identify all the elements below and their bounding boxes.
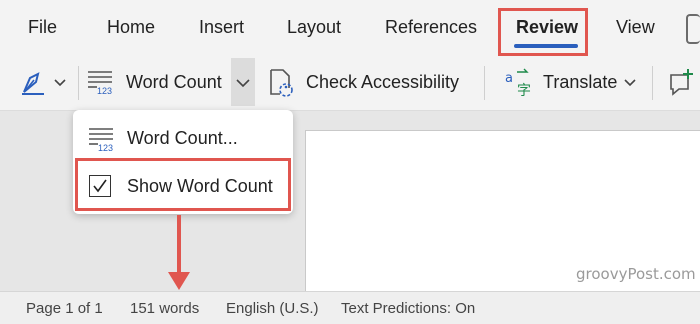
status-word-count[interactable]: 151 words bbox=[130, 300, 199, 317]
status-page[interactable]: Page 1 of 1 bbox=[26, 300, 103, 317]
word-count-icon-digits: 123 bbox=[98, 143, 113, 153]
tab-file[interactable]: File bbox=[28, 17, 57, 38]
translate-icon[interactable]: a 字 bbox=[503, 68, 533, 98]
annotation-arrow bbox=[177, 215, 181, 277]
translate-chevron-down-icon[interactable] bbox=[622, 74, 638, 90]
svg-text:a: a bbox=[505, 71, 513, 86]
tab-view[interactable]: View bbox=[616, 17, 655, 38]
show-word-count-highlight bbox=[75, 158, 291, 211]
word-count-icon[interactable]: 123 bbox=[86, 68, 114, 96]
tab-overflow-icon[interactable] bbox=[686, 14, 700, 44]
ribbon-toolbar: 123 Word Count Check Accessibility a 字 T… bbox=[0, 56, 700, 111]
status-bar: Page 1 of 1 151 words English (U.S.) Tex… bbox=[0, 291, 700, 324]
ribbon-tab-bar: File Home Insert Layout References Revie… bbox=[0, 0, 700, 56]
toolbar-separator bbox=[652, 66, 653, 100]
word-count-menu: 123 Word Count... Show Word Count bbox=[73, 110, 293, 214]
menu-item-word-count[interactable]: 123 Word Count... bbox=[73, 116, 293, 160]
tab-layout[interactable]: Layout bbox=[287, 17, 341, 38]
new-comment-icon[interactable] bbox=[668, 67, 698, 97]
editor-chevron-down-icon[interactable] bbox=[52, 74, 68, 90]
toolbar-separator bbox=[484, 66, 485, 100]
tab-home[interactable]: Home bbox=[107, 17, 155, 38]
translate-button[interactable]: Translate bbox=[543, 72, 617, 93]
check-accessibility-button[interactable]: Check Accessibility bbox=[306, 72, 459, 93]
tab-insert[interactable]: Insert bbox=[199, 17, 244, 38]
chevron-down-icon bbox=[236, 79, 250, 88]
word-count-dropdown-button[interactable] bbox=[231, 58, 255, 106]
menu-item-label: Word Count... bbox=[127, 128, 238, 148]
arrow-head-icon bbox=[168, 272, 190, 290]
word-count-icon: 123 bbox=[87, 125, 115, 153]
check-accessibility-icon[interactable] bbox=[268, 68, 294, 98]
review-tab-highlight bbox=[498, 8, 588, 56]
status-text-predictions[interactable]: Text Predictions: On bbox=[341, 300, 475, 317]
editor-pen-icon[interactable] bbox=[20, 70, 48, 96]
toolbar-separator bbox=[78, 66, 79, 100]
status-language[interactable]: English (U.S.) bbox=[226, 300, 319, 317]
word-count-icon-digits: 123 bbox=[97, 86, 112, 96]
tab-references[interactable]: References bbox=[385, 17, 477, 38]
svg-text:字: 字 bbox=[517, 83, 531, 98]
watermark: groovyPost.com bbox=[576, 265, 696, 283]
word-count-button[interactable]: Word Count bbox=[126, 72, 222, 93]
